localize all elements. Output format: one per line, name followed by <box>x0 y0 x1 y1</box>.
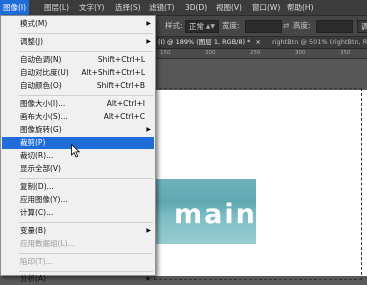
menu-item-apply-data-set[interactable]: 应用数据组(L)... <box>2 238 154 250</box>
ruler-tick: 300 <box>295 50 306 56</box>
menu-item-label: 变量(B) <box>20 226 46 235</box>
menu-filter[interactable]: 滤镜(T) <box>146 0 177 15</box>
menu-item-image-rotation[interactable]: 图像旋转(G) ▶ <box>2 124 154 136</box>
ruler-tick: 250 <box>250 50 261 56</box>
menu-item-label: 图像旋转(G) <box>20 125 62 134</box>
menu-help[interactable]: 帮助(H) <box>284 0 317 15</box>
menu-item-canvas-size[interactable]: 画布大小(S)... Alt+Ctrl+C <box>2 111 154 123</box>
menu-window[interactable]: 窗口(W) <box>249 0 283 15</box>
menu-view[interactable]: 视图(V) <box>213 0 245 15</box>
menu-type[interactable]: 文字(Y) <box>76 0 107 15</box>
menu-item-label: 裁剪(P) <box>20 138 46 147</box>
chevron-down-icon: ▲▼ <box>205 23 215 30</box>
menu-3d[interactable]: 3D(D) <box>182 0 210 15</box>
height-field[interactable] <box>316 20 353 33</box>
menu-separator <box>19 178 153 179</box>
menu-image[interactable]: 图像(I) <box>0 0 30 15</box>
menu-item-label: 应用图像(Y)... <box>20 195 68 204</box>
ruler-tick: 350 <box>340 50 351 56</box>
menu-item-reveal-all[interactable]: 显示全部(V) <box>2 163 154 175</box>
style-select[interactable]: 正常 ▲▼ <box>185 20 219 33</box>
menu-separator <box>19 222 153 223</box>
style-label: 样式: <box>165 21 183 30</box>
menu-item-auto-tone[interactable]: 自动色调(N) Shift+Ctrl+L <box>2 54 154 66</box>
menu-item-label: 自动对比度(U) <box>20 68 69 77</box>
style-value: 正常 <box>189 22 204 31</box>
menu-item-shortcut: Alt+Ctrl+C <box>103 112 145 121</box>
menu-item-label: 裁切(R)... <box>20 151 54 160</box>
mouse-cursor-icon <box>71 144 81 158</box>
menu-item-shortcut: Shift+Ctrl+L <box>97 55 145 64</box>
close-icon[interactable]: × <box>255 38 260 46</box>
menu-item-label: 计算(C)... <box>20 208 54 217</box>
menu-item-auto-color[interactable]: 自动颜色(O) Shift+Ctrl+B <box>2 80 154 92</box>
submenu-arrow-icon: ▶ <box>146 20 151 27</box>
menu-select[interactable]: 选择(S) <box>112 0 144 15</box>
menu-item-label: 自动颜色(O) <box>20 81 62 90</box>
tab-active-document[interactable]: (I) @ 189% (图层 1, RGB/8) * × <box>158 37 261 48</box>
menu-item-label: 复制(D)... <box>20 182 54 191</box>
submenu-arrow-icon: ▶ <box>146 38 151 45</box>
tab-rightbtn[interactable]: rightBtn @ 501% (rightBtn, RGB/ <box>272 37 367 48</box>
menu-item-label: 调整(J) <box>20 37 44 46</box>
menu-item-label: 画布大小(S)... <box>20 112 68 121</box>
menu-separator <box>19 253 153 254</box>
menu-item-variables[interactable]: 变量(B) ▶ <box>2 225 154 237</box>
menu-item-mode[interactable]: 模式(M) ▶ <box>2 18 154 30</box>
menu-item-analysis[interactable]: 分析(A) ▶ <box>2 273 154 285</box>
menu-item-calculations[interactable]: 计算(C)... <box>2 207 154 219</box>
menu-item-adjustments[interactable]: 调整(J) ▶ <box>2 36 154 48</box>
menu-bar: 图像(I) 图层(L) 文字(Y) 选择(S) 滤镜(T) 3D(D) 视图(V… <box>0 0 367 16</box>
menu-item-label: 图像大小(I)... <box>20 99 66 108</box>
menu-separator <box>19 95 153 96</box>
menu-item-shortcut: Alt+Shift+Ctrl+L <box>81 68 145 77</box>
menu-item-label: 显示全部(V) <box>20 164 61 173</box>
menu-item-apply-image[interactable]: 应用图像(Y)... <box>2 194 154 206</box>
menu-item-label: 应用数据组(L)... <box>20 239 75 248</box>
menu-item-label: 陷印(T)... <box>20 257 53 266</box>
menu-separator <box>19 33 153 34</box>
width-field[interactable] <box>245 20 282 33</box>
menu-layer[interactable]: 图层(L) <box>41 0 72 15</box>
menu-item-trap[interactable]: 陷印(T)... <box>2 256 154 268</box>
menu-separator <box>19 51 153 52</box>
swap-icon[interactable]: ⇄ <box>283 20 289 31</box>
marquee-selection[interactable] <box>154 88 362 280</box>
menu-separator <box>19 271 153 272</box>
menu-item-auto-contrast[interactable]: 自动对比度(U) Alt+Shift+Ctrl+L <box>2 67 154 79</box>
width-label: 宽度: <box>222 21 240 30</box>
height-label: 高度: <box>293 21 311 30</box>
menu-item-shortcut: Shift+Ctrl+B <box>96 81 145 90</box>
menu-item-image-size[interactable]: 图像大小(I)... Alt+Ctrl+I <box>2 98 154 110</box>
menu-item-duplicate[interactable]: 复制(D)... <box>2 181 154 193</box>
menu-item-label: 分析(A) <box>20 274 46 283</box>
menu-item-label: 模式(M) <box>20 19 48 28</box>
ruler-tick: 150 <box>160 50 171 56</box>
submenu-arrow-icon: ▶ <box>146 227 151 234</box>
menu-item-shortcut: Alt+Ctrl+I <box>106 99 145 108</box>
submenu-arrow-icon: ▶ <box>146 126 151 133</box>
ruler-tick: 200 <box>205 50 216 56</box>
submenu-arrow-icon: ▶ <box>146 275 151 282</box>
menu-item-label: 自动色调(N) <box>20 55 62 64</box>
adjust-edge-button[interactable]: 调 <box>357 20 367 33</box>
tab-active-label: (I) @ 189% (图层 1, RGB/8) * <box>158 38 251 46</box>
